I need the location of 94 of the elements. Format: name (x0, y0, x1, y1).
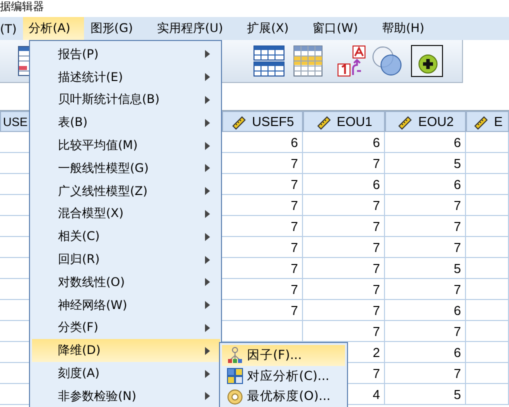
menu-item[interactable]: 帮助(H) (376, 17, 430, 40)
submenu-arrow-icon (205, 278, 210, 286)
table-cell (466, 258, 509, 279)
table-cell: 5 (385, 384, 466, 405)
menu-item[interactable]: 图形(G) (84, 17, 139, 40)
table-cell (466, 216, 509, 237)
submenu-arrow-icon (205, 392, 210, 400)
table-cell (466, 300, 509, 321)
tree-icon (227, 347, 243, 364)
add-icon[interactable] (411, 45, 443, 77)
menu-item[interactable]: 实用程序(U) (150, 17, 230, 40)
table-cell: 7 (385, 195, 466, 216)
disc-icon (227, 388, 243, 405)
menu-item[interactable]: 相关(C) (32, 225, 220, 248)
value-labels-icon[interactable] (337, 45, 367, 77)
submenu-arrow-icon (205, 232, 210, 241)
menu-item[interactable]: 一般线性模型(G) (32, 156, 220, 180)
menu-item[interactable]: 对数线性(O) (32, 270, 220, 294)
table-cell: 6 (385, 174, 466, 195)
submenu-arrow-icon (205, 346, 210, 355)
table-cell: 5 (385, 153, 466, 174)
menu-item[interactable]: 分析(A) (22, 17, 84, 40)
submenu-arrow-icon (205, 142, 210, 150)
table-cell: 6 (385, 342, 466, 363)
table-cell (466, 342, 509, 363)
submenu-arrow-icon (205, 301, 210, 310)
table-cell (466, 195, 509, 216)
table-icon[interactable] (293, 45, 323, 77)
window-title: 据编辑器 (0, 0, 44, 13)
table-icon[interactable] (253, 45, 285, 77)
table-cell (466, 174, 509, 195)
menu-item[interactable]: 降维(D) (32, 339, 220, 362)
table-cell: 7 (385, 321, 466, 342)
table-cell (466, 237, 509, 258)
menu-item[interactable]: 表(B) (32, 111, 220, 134)
table-cell (466, 384, 509, 405)
submenu-arrow-icon (205, 164, 210, 172)
menu-item[interactable]: 贝叶斯统计信息(B) (32, 88, 220, 112)
table-cell: 7 (385, 363, 466, 384)
column-header[interactable]: USEF5 (222, 111, 303, 132)
menu-item[interactable]: 描述统计(E) (32, 66, 220, 89)
submenu-arrow-icon (205, 50, 210, 58)
submenu-arrow-icon (205, 210, 210, 218)
table-cell: 7 (303, 279, 385, 300)
menu-item[interactable]: 混合模型(X) (32, 202, 220, 226)
menu-item[interactable]: 比较平均值(M) (32, 134, 220, 157)
spreadsheet-icon[interactable] (18, 46, 30, 76)
submenu-arrow-icon (205, 96, 210, 104)
column-header[interactable]: USE (0, 111, 30, 132)
menu-item[interactable]: 报告(P) (32, 43, 220, 66)
menu-item[interactable]: 神经网络(W) (32, 294, 220, 317)
grid-icon (227, 368, 243, 384)
table-cell: 7 (385, 237, 466, 258)
table-cell (466, 363, 509, 384)
table-cell: 6 (303, 174, 385, 195)
menu-item[interactable]: 回归(R) (32, 248, 220, 271)
menu-item[interactable]: 扩展(X) (241, 17, 295, 40)
column-header[interactable]: EOU1 (303, 111, 385, 132)
menu-item[interactable]: 因子(F)... (222, 345, 345, 366)
table-cell: 7 (385, 279, 466, 300)
table-cell (466, 279, 509, 300)
table-cell: 7 (385, 216, 466, 237)
table-cell: 7 (303, 153, 385, 174)
menu-item[interactable]: 分类(F) (32, 316, 220, 340)
menu-item[interactable]: (T) (0, 17, 23, 40)
column-header[interactable]: E (466, 111, 509, 132)
column-header[interactable]: EOU2 (385, 111, 466, 132)
ruler-icon (231, 114, 248, 130)
submenu-arrow-icon (205, 324, 210, 332)
table-cell: 6 (303, 132, 385, 153)
table-cell: 7 (303, 300, 385, 321)
table-cell (466, 321, 509, 342)
table-cell: 6 (385, 132, 466, 153)
menu-item[interactable]: 非参数检验(N) (32, 384, 220, 407)
ruler-icon (473, 114, 489, 130)
table-cell: 7 (303, 258, 385, 279)
menu-item[interactable]: 广义线性模型(Z) (32, 180, 220, 203)
menu-item[interactable]: 刻度(A) (32, 362, 220, 385)
submenu-arrow-icon (205, 256, 210, 264)
venn-icon[interactable] (371, 45, 403, 77)
submenu-arrow-icon (205, 73, 210, 82)
ruler-icon (397, 114, 414, 130)
table-cell: 6 (385, 300, 466, 321)
submenu-arrow-icon (205, 118, 210, 127)
submenu-arrow-icon (205, 187, 210, 196)
table-cell: 7 (303, 216, 385, 237)
table-cell: 7 (303, 195, 385, 216)
table-cell (466, 153, 509, 174)
table-cell: 7 (303, 237, 385, 258)
menu-item[interactable]: 窗口(W) (306, 17, 364, 40)
table-cell: 5 (385, 258, 466, 279)
ruler-icon (316, 114, 332, 130)
table-cell (466, 132, 509, 153)
submenu-arrow-icon (205, 370, 210, 378)
